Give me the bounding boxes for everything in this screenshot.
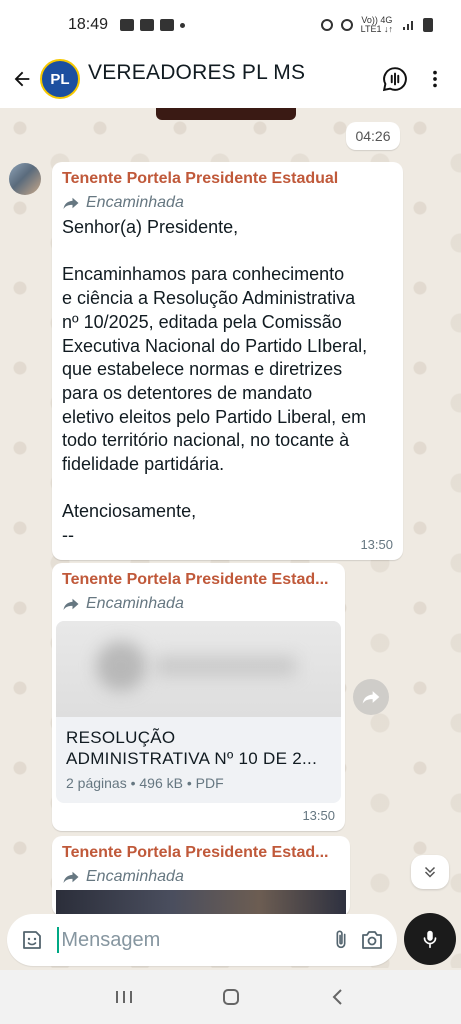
previous-image-message[interactable]	[156, 108, 296, 120]
chevron-left-icon	[332, 989, 342, 1005]
battery-icon	[423, 18, 433, 32]
home-icon	[222, 989, 239, 1005]
sticker-icon	[23, 931, 42, 949]
youtube-notification-icon-2	[160, 19, 175, 31]
system-back-button[interactable]	[318, 977, 358, 1017]
more-options-button[interactable]	[415, 59, 455, 99]
recent-apps-button[interactable]	[104, 977, 144, 1017]
forwarded-text: Encaminhada	[86, 868, 184, 885]
more-vert-icon	[433, 70, 437, 88]
sender-name[interactable]: Tenente Portela Presidente Estad...	[62, 571, 341, 589]
document-attachment[interactable]: RESOLUÇÃO ADMINISTRATIVA Nº 10 DE 2... 2…	[56, 621, 341, 803]
forward-arrow-icon	[63, 871, 79, 883]
forward-arrow-icon	[63, 197, 79, 209]
scroll-to-bottom-button[interactable]	[411, 855, 449, 889]
paperclip-icon	[336, 930, 346, 949]
youtube-notification-icon	[140, 19, 155, 31]
document-thumbnail[interactable]	[56, 621, 341, 717]
share-button[interactable]	[353, 679, 389, 715]
chat-title[interactable]: VEREADORES PL MS	[88, 61, 375, 85]
group-avatar-text: PL	[50, 70, 70, 88]
forward-arrow-icon	[63, 598, 79, 610]
network-indicator: Vo)) 4G LTE1 ↓↑	[361, 16, 393, 34]
share-icon	[362, 691, 380, 704]
home-button[interactable]	[211, 977, 251, 1017]
voice-chat-button[interactable]	[375, 59, 415, 99]
status-time: 18:49	[68, 16, 109, 33]
camera-icon	[361, 931, 382, 949]
sender-avatar[interactable]	[9, 163, 41, 195]
signal-icon	[403, 21, 413, 30]
forwarded-text: Encaminhada	[86, 595, 184, 612]
status-bar: 18:49 Vo)) 4G LTE1 ↓↑	[0, 0, 461, 50]
camera-button[interactable]	[357, 922, 387, 958]
mic-icon	[423, 930, 437, 949]
forwarded-label: Encaminhada	[62, 868, 340, 886]
mic-button[interactable]	[404, 913, 456, 965]
clock-icon	[340, 19, 353, 31]
image-attachment[interactable]	[56, 890, 346, 916]
sender-name[interactable]: Tenente Portela Presidente Estadual	[62, 170, 393, 188]
double-chevron-down-icon	[424, 866, 436, 878]
forwarded-text: Encaminhada	[86, 194, 184, 211]
alarm-icon	[320, 19, 333, 31]
system-icons: Vo)) 4G LTE1 ↓↑	[320, 16, 433, 34]
system-nav-bar	[0, 970, 461, 1024]
forwarded-label: Encaminhada	[62, 194, 393, 212]
recent-apps-icon	[115, 991, 132, 1003]
message-text: Senhor(a) Presidente, Encaminhamos para …	[62, 217, 368, 546]
previous-message-time: 04:26	[346, 122, 400, 150]
arrow-left-icon	[14, 71, 30, 87]
attach-button[interactable]	[326, 922, 356, 958]
message-time: 13:50	[302, 808, 335, 823]
back-button[interactable]	[4, 59, 40, 99]
message-time: 13:50	[360, 537, 393, 552]
group-avatar[interactable]: PL	[40, 59, 80, 99]
sticker-button[interactable]	[17, 922, 47, 958]
sender-name[interactable]: Tenente Portela Presidente Estad...	[62, 844, 340, 862]
network-label-bottom: LTE1 ↓↑	[360, 24, 393, 34]
gallery-notification-icon	[120, 19, 135, 31]
message-composer	[7, 914, 397, 966]
message-bubble-text[interactable]: Tenente Portela Presidente Estadual Enca…	[52, 162, 403, 560]
chat-header: PL VEREADORES PL MS	[0, 50, 461, 108]
message-input[interactable]	[57, 927, 327, 953]
notification-icons	[120, 19, 186, 31]
voice-chat-icon	[382, 67, 407, 92]
message-bubble-image[interactable]: Tenente Portela Presidente Estad... Enca…	[52, 836, 350, 916]
document-meta: 2 páginas • 496 kB • PDF	[66, 775, 224, 791]
more-notifications-icon	[180, 22, 186, 28]
forwarded-label: Encaminhada	[62, 595, 341, 613]
message-bubble-document[interactable]: Tenente Portela Presidente Estad... Enca…	[52, 563, 345, 831]
document-title: RESOLUÇÃO ADMINISTRATIVA Nº 10 DE 2...	[66, 728, 318, 768]
